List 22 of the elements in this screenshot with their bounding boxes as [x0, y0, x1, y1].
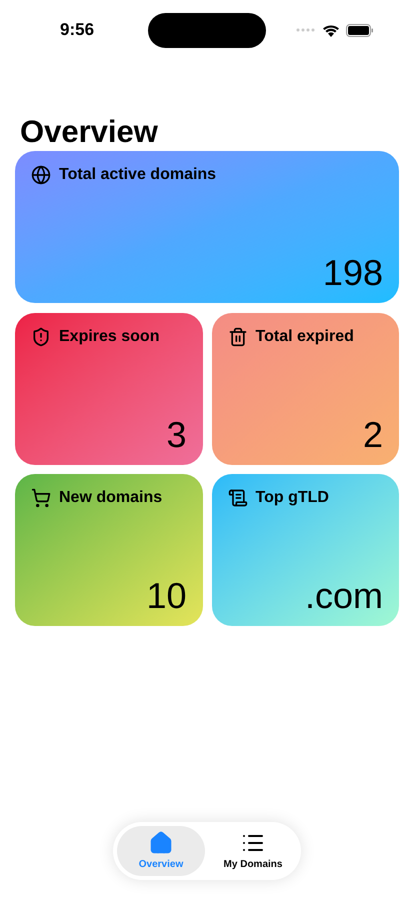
shield-icon: [31, 327, 51, 347]
globe-icon: [31, 165, 51, 185]
scroll-icon: [228, 488, 248, 508]
card-label: Total active domains: [59, 165, 216, 185]
card-value: 2: [362, 417, 383, 453]
card-value: 3: [166, 417, 186, 453]
status-time: 9:56: [60, 19, 94, 42]
card-label: Expires soon: [59, 327, 160, 347]
card-label: New domains: [59, 488, 162, 508]
wifi-icon: [322, 24, 340, 36]
battery-icon: [346, 24, 374, 36]
signal-icon: [296, 28, 316, 32]
card-value: 10: [146, 578, 186, 614]
tab-item[interactable]: My Domains: [209, 826, 297, 876]
cart-icon: [31, 488, 51, 508]
page-title: Overview: [20, 113, 159, 151]
card-label: Total expired: [256, 327, 354, 347]
card-value: .com: [304, 578, 383, 614]
card-label: Top gTLD: [256, 488, 329, 508]
trash-icon: [228, 327, 248, 347]
card-value: 198: [322, 255, 383, 291]
home-icon: [149, 830, 173, 854]
